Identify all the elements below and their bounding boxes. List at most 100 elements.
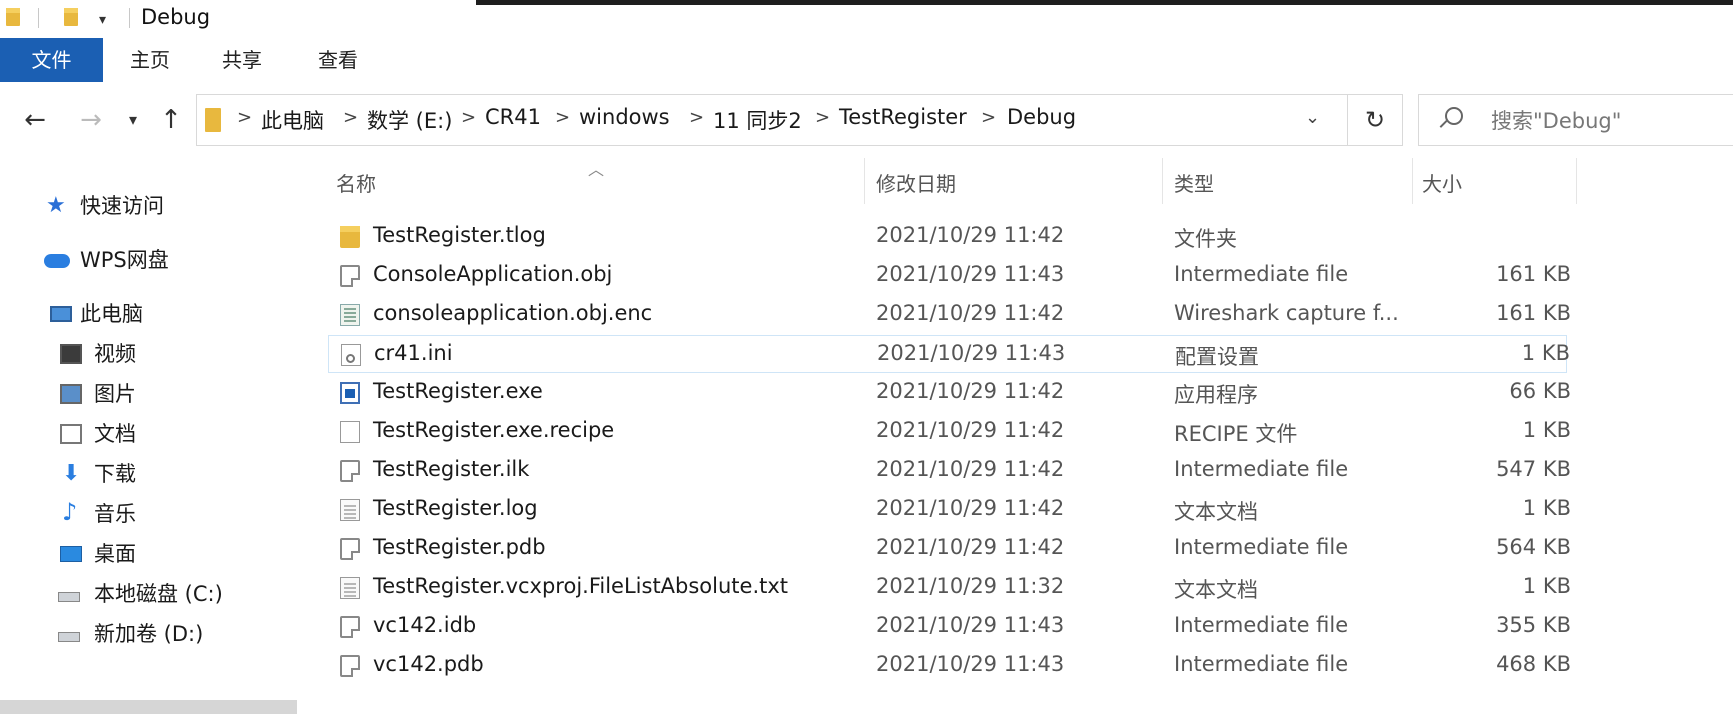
file-size: 161 KB — [1496, 262, 1571, 286]
forward-arrow-icon[interactable]: → — [74, 100, 108, 140]
breadcrumb-drive-e[interactable]: 数学 (E:) — [367, 105, 452, 135]
music-note-icon: ♪ — [62, 498, 78, 526]
file-type: 文件夹 — [1174, 227, 1237, 251]
sidebar-item-label: 文档 — [94, 422, 136, 446]
breadcrumb-separator-icon[interactable]: > — [461, 107, 476, 128]
up-arrow-icon[interactable]: ↑ — [156, 100, 186, 140]
breadcrumb-windows[interactable]: windows — [579, 105, 670, 129]
file-type: 应用程序 — [1174, 383, 1258, 407]
file-size: 564 KB — [1496, 535, 1571, 559]
refresh-icon[interactable]: ↻ — [1355, 103, 1395, 137]
breadcrumb-separator-icon[interactable]: > — [815, 107, 830, 128]
file-size: 66 KB — [1509, 379, 1571, 403]
pictures-folder-icon — [60, 384, 82, 404]
sidebar-scrollbar[interactable] — [0, 700, 297, 714]
file-row[interactable]: vc142.pdb 2021/10/29 11:43 Intermediate … — [328, 647, 1571, 685]
recent-locations-chevron-icon[interactable]: ▾ — [122, 100, 144, 140]
breadcrumb-separator-icon[interactable]: > — [343, 107, 358, 128]
file-type: 配置设置 — [1175, 345, 1259, 369]
column-divider[interactable] — [1412, 158, 1413, 204]
file-type: 文本文档 — [1174, 578, 1258, 602]
config-file-icon — [341, 344, 361, 366]
intermediate-file-icon — [340, 616, 360, 638]
file-row[interactable]: consoleapplication.obj.enc 2021/10/29 11… — [328, 296, 1571, 334]
file-name: cr41.ini — [374, 341, 453, 365]
column-header-type[interactable]: 类型 — [1174, 168, 1214, 197]
tab-view[interactable]: 查看 — [296, 38, 380, 82]
address-bar[interactable]: > 此电脑 > 数学 (E:) > CR41 > windows > 11 同步… — [196, 94, 1403, 146]
column-header-name[interactable]: 名称 — [336, 168, 376, 197]
breadcrumb-separator-icon[interactable]: > — [689, 107, 704, 128]
desktop-folder-icon — [60, 546, 82, 562]
search-icon — [1445, 107, 1463, 125]
sidebar-item-label: 此电脑 — [80, 302, 143, 326]
column-header-date[interactable]: 修改日期 — [876, 168, 956, 197]
file-name: TestRegister.tlog — [373, 223, 546, 247]
file-row[interactable]: TestRegister.log 2021/10/29 11:42 文本文档 1… — [328, 491, 1571, 529]
column-divider[interactable] — [864, 158, 865, 204]
breadcrumb-separator-icon[interactable]: > — [555, 107, 570, 128]
file-row[interactable]: TestRegister.ilk 2021/10/29 11:42 Interm… — [328, 452, 1571, 490]
column-divider[interactable] — [1162, 158, 1163, 204]
file-type: Intermediate file — [1174, 262, 1349, 286]
column-header-size[interactable]: 大小 — [1422, 168, 1462, 197]
back-arrow-icon[interactable]: ← — [18, 100, 52, 140]
breadcrumb-testregister[interactable]: TestRegister — [839, 105, 967, 129]
file-row[interactable]: cr41.ini 2021/10/29 11:43 配置设置 1 KB — [328, 335, 1570, 373]
breadcrumb-debug[interactable]: Debug — [1007, 105, 1076, 129]
breadcrumb-separator-icon[interactable]: > — [237, 107, 252, 128]
file-row[interactable]: TestRegister.exe.recipe 2021/10/29 11:42… — [328, 413, 1571, 451]
file-row[interactable]: vc142.idb 2021/10/29 11:43 Intermediate … — [328, 608, 1571, 646]
file-date: 2021/10/29 11:32 — [876, 574, 1065, 598]
video-folder-icon — [60, 344, 82, 364]
application-icon — [340, 382, 360, 404]
folder-icon — [205, 108, 221, 132]
divider — [129, 8, 130, 28]
file-name: TestRegister.pdb — [373, 535, 546, 559]
ribbon-tabs: 文件 主页 共享 查看 — [0, 38, 1733, 82]
folder-icon — [6, 8, 20, 26]
file-type: RECIPE 文件 — [1174, 422, 1298, 446]
sidebar-item-label: 快速访问 — [80, 194, 164, 218]
breadcrumb-this-pc[interactable]: 此电脑 — [261, 105, 324, 135]
capture-file-icon — [340, 304, 360, 326]
text-file-icon — [340, 499, 360, 521]
search-box[interactable]: 搜索"Debug" — [1418, 94, 1733, 146]
file-size: 1 KB — [1522, 574, 1571, 598]
file-name: TestRegister.log — [373, 496, 538, 520]
navigation-pane: ★ 快速访问 WPS网盘 此电脑 视频 图片 文档 ⬇ 下载 ♪ 音乐 桌面 本… — [0, 150, 300, 714]
file-type: Wireshark capture f... — [1174, 301, 1399, 325]
intermediate-file-icon — [340, 460, 360, 482]
search-input[interactable]: 搜索"Debug" — [1491, 105, 1621, 135]
file-row[interactable]: TestRegister.pdb 2021/10/29 11:42 Interm… — [328, 530, 1571, 568]
breadcrumb-cr41[interactable]: CR41 — [485, 105, 541, 129]
address-history-chevron-icon[interactable]: ⌄ — [1305, 107, 1320, 128]
file-row[interactable]: ConsoleApplication.obj 2021/10/29 11:43 … — [328, 257, 1571, 295]
customize-quick-access-chevron-icon[interactable]: ▾ — [99, 12, 106, 28]
title-bar: ▾ Debug — [0, 0, 1733, 38]
download-arrow-icon: ⬇ — [62, 461, 81, 486]
file-row[interactable]: TestRegister.tlog 2021/10/29 11:42 文件夹 — [328, 218, 1567, 256]
file-date: 2021/10/29 11:42 — [876, 301, 1065, 325]
file-row[interactable]: TestRegister.exe 2021/10/29 11:42 应用程序 6… — [328, 374, 1571, 412]
file-type: 文本文档 — [1174, 500, 1258, 524]
sidebar-item-label: 音乐 — [94, 502, 136, 526]
breadcrumb-separator-icon[interactable]: > — [981, 107, 996, 128]
sort-ascending-icon: ︿ — [588, 160, 605, 179]
file-name: consoleapplication.obj.enc — [373, 301, 653, 325]
file-size: 1 KB — [1521, 341, 1570, 365]
file-date: 2021/10/29 11:43 — [876, 613, 1065, 637]
quick-access-folder-icon[interactable] — [64, 8, 78, 26]
sidebar-item-label: 图片 — [94, 382, 136, 406]
breadcrumb-sync2[interactable]: 11 同步2 — [713, 105, 802, 135]
tab-file[interactable]: 文件 — [0, 38, 103, 82]
file-date: 2021/10/29 11:43 — [876, 652, 1065, 676]
file-name: TestRegister.exe.recipe — [373, 418, 615, 442]
file-row[interactable]: TestRegister.vcxproj.FileListAbsolute.tx… — [328, 569, 1571, 607]
tab-share[interactable]: 共享 — [200, 38, 284, 82]
tab-home[interactable]: 主页 — [108, 38, 192, 82]
file-size: 1 KB — [1522, 496, 1571, 520]
file-date: 2021/10/29 11:42 — [876, 418, 1065, 442]
file-name: TestRegister.ilk — [373, 457, 530, 481]
column-divider[interactable] — [1576, 158, 1577, 204]
